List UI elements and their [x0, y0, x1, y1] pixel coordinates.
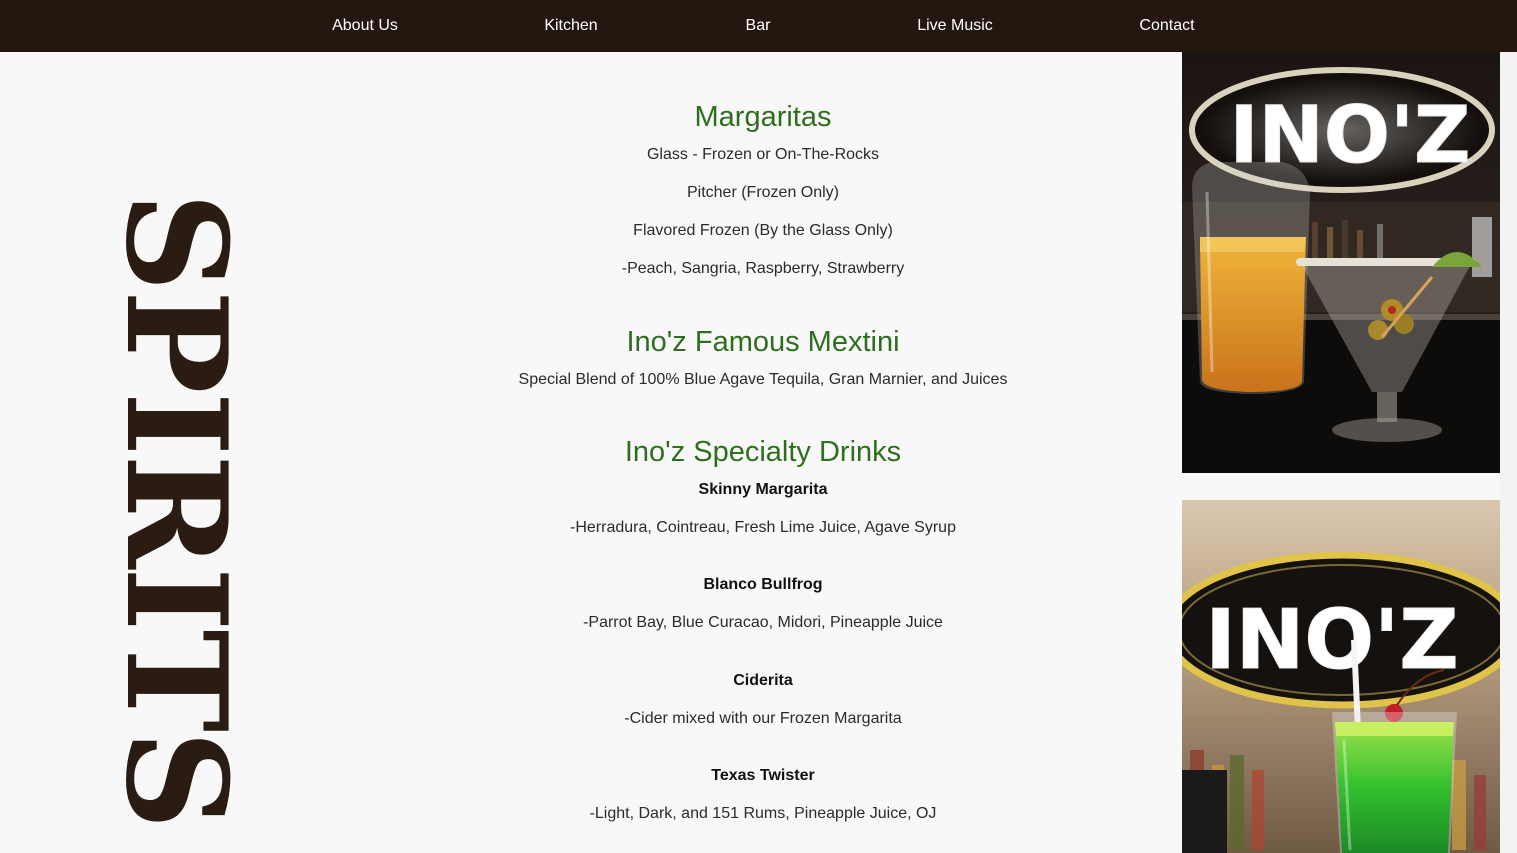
margarita-mextini-photo: INO'Z: [1182, 52, 1500, 473]
margarita-line: Pitcher (Frozen Only): [686, 184, 840, 201]
drink-name: Texas Twister: [711, 767, 815, 784]
drink-ingredients: -Light, Dark, and 151 Rums, Pineapple Ju…: [589, 805, 937, 822]
margarita-line: Flavored Frozen (By the Glass Only): [633, 222, 893, 239]
drink-ingredients: -Parrot Bay, Blue Curacao, Midori, Pinea…: [583, 614, 943, 631]
margarita-line: Glass - Frozen or On-The-Rocks: [646, 146, 880, 163]
drink-ingredients: -Herradura, Cointreau, Fresh Lime Juice,…: [570, 519, 956, 536]
nav-kitchen[interactable]: Kitchen: [544, 0, 597, 52]
green-drink-photo: INO'Z: [1182, 500, 1500, 853]
spirits-vertical-title: SPIRITS: [95, 192, 258, 828]
nav-contact[interactable]: Contact: [1139, 0, 1194, 52]
nav-live-music[interactable]: Live Music: [917, 0, 993, 52]
page-right-margin: [1500, 52, 1517, 853]
mextini-heading: Ino'z Famous Mextini: [626, 326, 900, 358]
drink-name: Blanco Bullfrog: [703, 576, 823, 593]
margaritas-heading: Margaritas: [694, 101, 832, 133]
drink-name: Ciderita: [733, 672, 793, 689]
nav-about-us[interactable]: About Us: [332, 0, 398, 52]
nav-bar[interactable]: Bar: [746, 0, 771, 52]
mextini-description: Special Blend of 100% Blue Agave Tequila…: [518, 371, 1008, 388]
neon-sign-text-2: INO'Z: [1205, 593, 1458, 688]
margarita-line: -Peach, Sangria, Raspberry, Strawberry: [621, 260, 905, 277]
drink-name: Skinny Margarita: [698, 481, 828, 498]
top-navbar: About Us Kitchen Bar Live Music Contact: [0, 0, 1517, 52]
specialty-drinks-heading: Ino'z Specialty Drinks: [624, 436, 902, 468]
drink-ingredients: -Cider mixed with our Frozen Margarita: [624, 710, 902, 727]
